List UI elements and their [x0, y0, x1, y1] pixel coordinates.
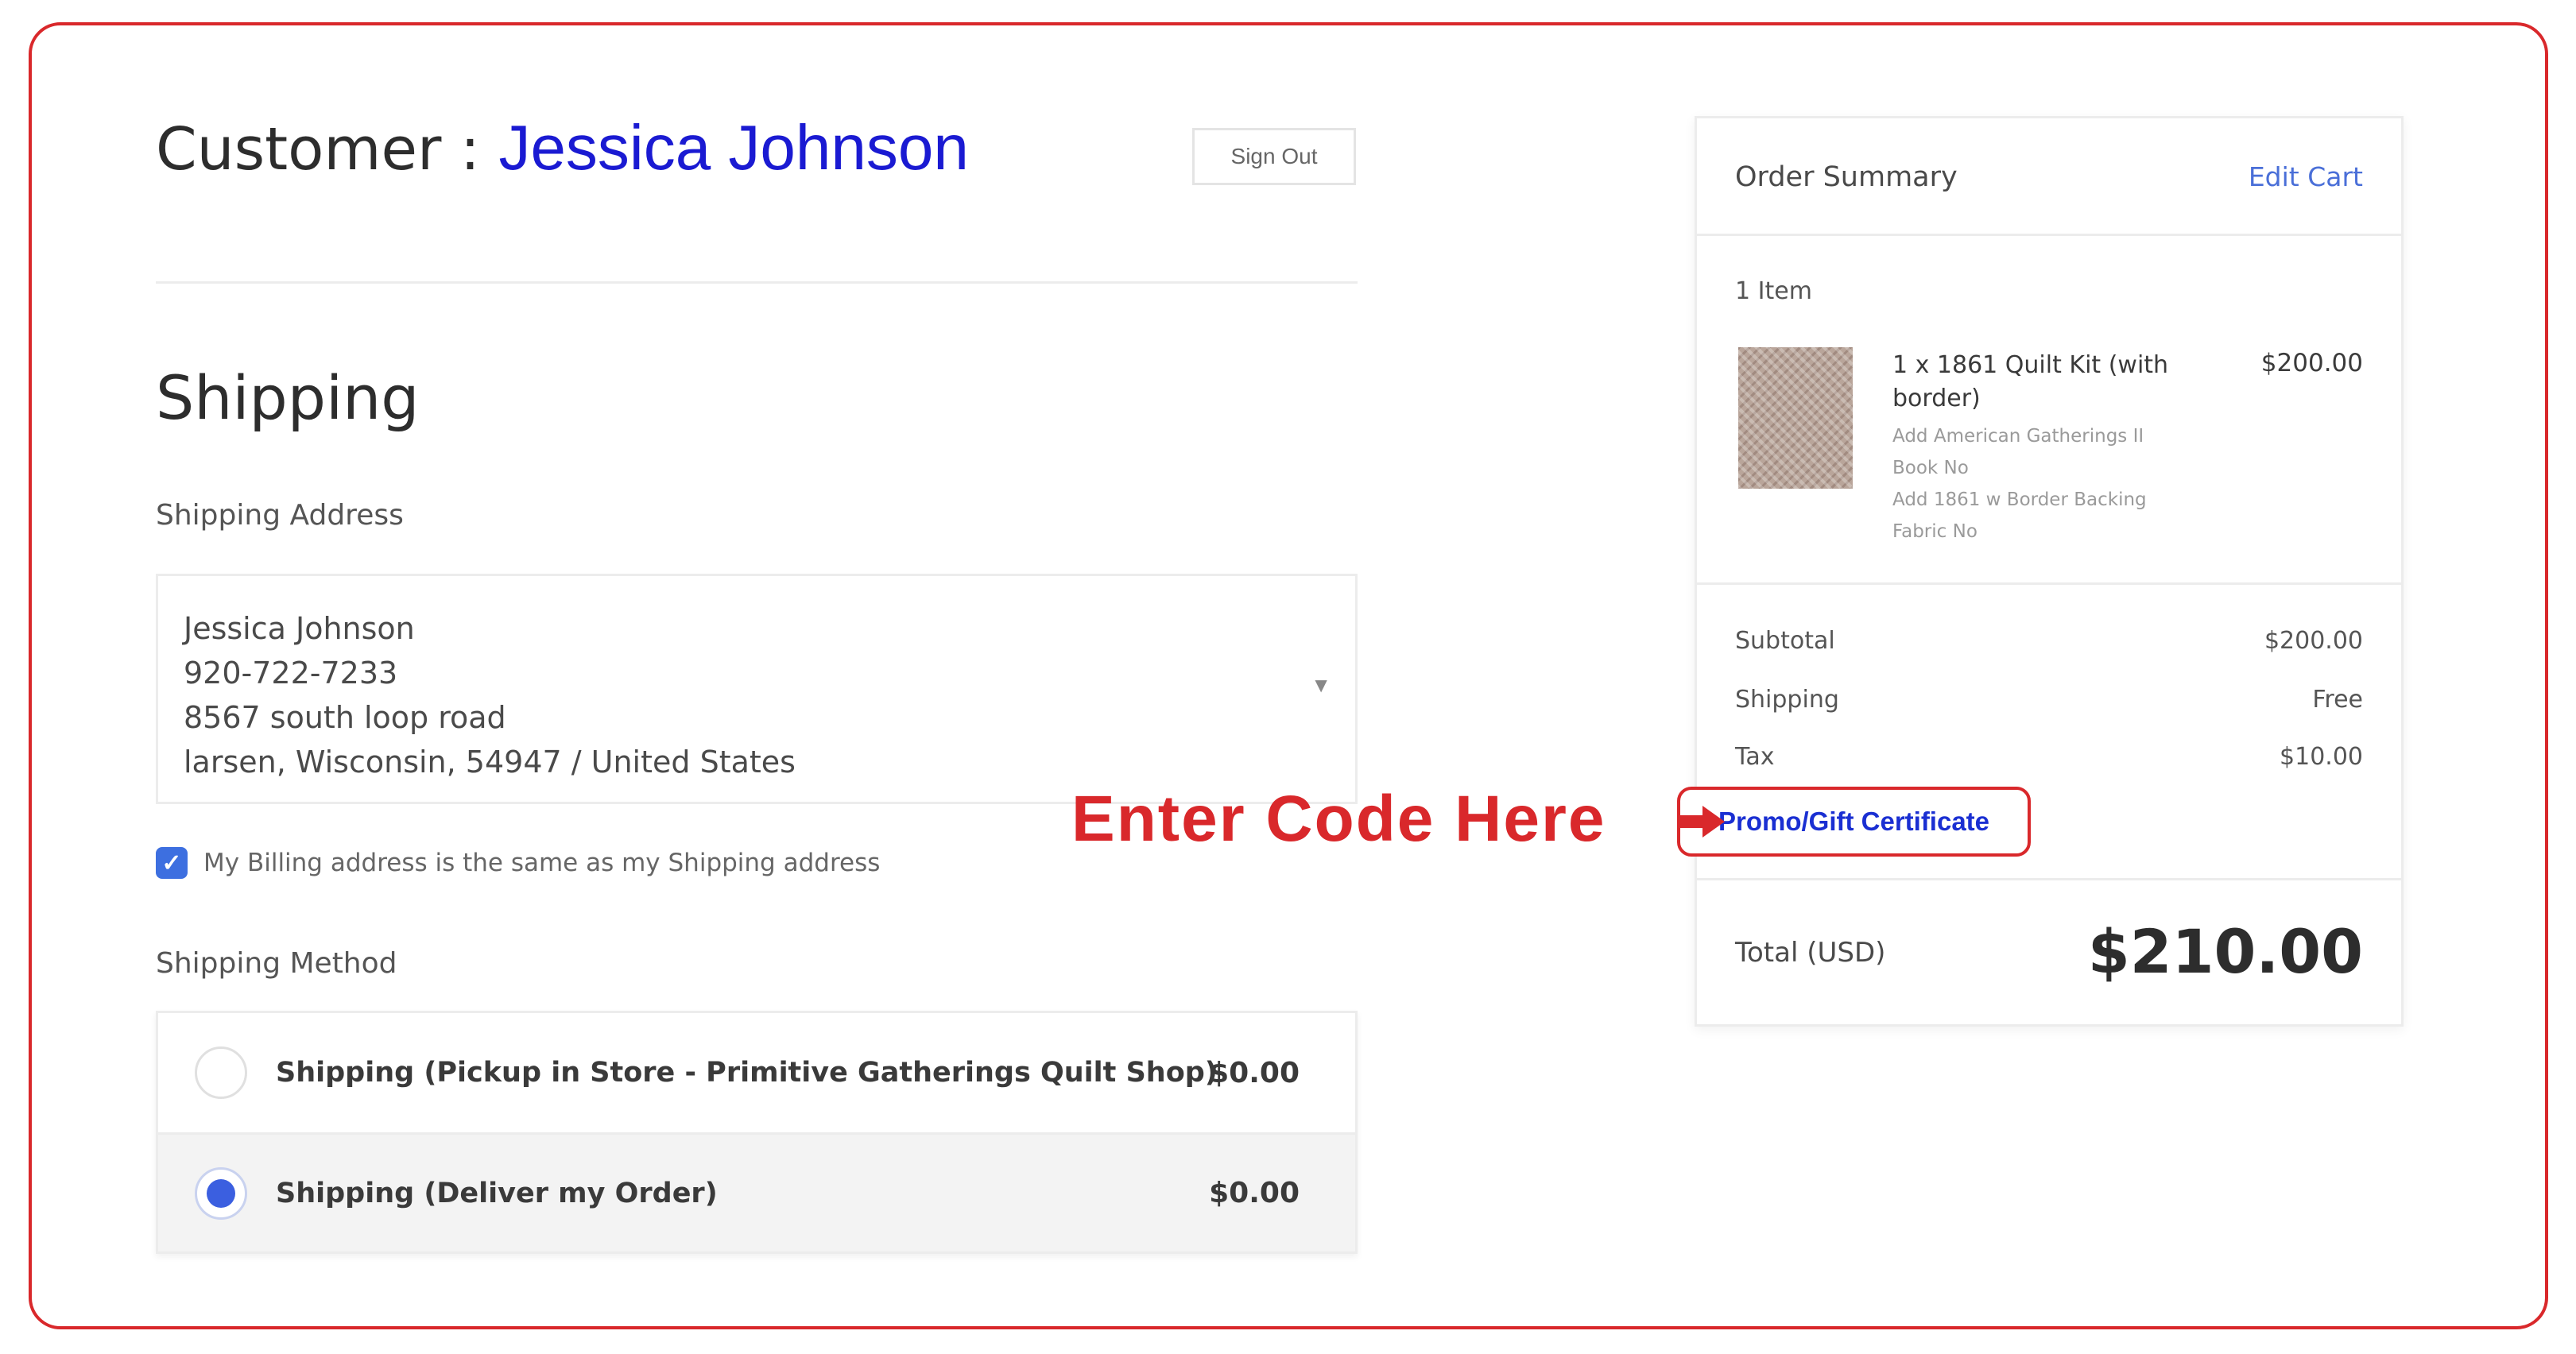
billing-same-row[interactable]: ✓ My Billing address is the same as my S…: [156, 847, 880, 879]
shipping-method-option-label: Shipping (Deliver my Order): [276, 1177, 718, 1209]
shipping-method-option-price: $0.00: [1209, 1177, 1300, 1209]
items-count: 1 Item: [1735, 277, 1812, 305]
divider: [1697, 582, 2401, 585]
tax-value: $10.00: [2280, 743, 2363, 771]
subtotal-value: $200.00: [2264, 627, 2363, 655]
edit-cart-link[interactable]: Edit Cart: [2249, 161, 2363, 192]
address-city: larsen, Wisconsin, 54947 / United States: [184, 745, 796, 780]
shipping-method-list: Shipping (Pickup in Store - Primitive Ga…: [156, 1011, 1358, 1254]
divider: [156, 281, 1358, 284]
product-price: $200.00: [2260, 349, 2363, 377]
enter-code-annotation: Enter Code Here: [1071, 783, 1606, 855]
shipping-method-label: Shipping Method: [156, 947, 397, 980]
total-value: $210.00: [2087, 916, 2363, 987]
shipping-method-option-deliver[interactable]: Shipping (Deliver my Order) $0.00: [158, 1132, 1355, 1251]
subtotal-row: Subtotal $200.00: [1735, 627, 2363, 655]
address-name: Jessica Johnson: [184, 611, 415, 646]
shipping-heading: Shipping: [156, 362, 420, 433]
shipping-address-label: Shipping Address: [156, 499, 404, 532]
product-option: Add 1861 w Border Backing: [1892, 489, 2147, 510]
sign-out-button[interactable]: Sign Out: [1192, 128, 1356, 185]
order-summary-card: Order Summary Edit Cart 1 Item 1 x 1861 …: [1695, 116, 2404, 1027]
shipping-cost-value: Free: [2312, 686, 2363, 714]
shipping-row: Shipping Free: [1735, 686, 2363, 714]
customer-label: Customer :: [156, 115, 499, 184]
address-phone: 920-722-7233: [184, 656, 398, 691]
promo-gift-certificate-link[interactable]: Promo/Gift Certificate: [1677, 787, 2031, 857]
product-thumbnail: [1738, 347, 1853, 489]
tax-label: Tax: [1735, 743, 1775, 771]
billing-same-label: My Billing address is the same as my Shi…: [203, 849, 881, 877]
divider: [1697, 878, 2401, 880]
product-option: Fabric No: [1892, 521, 1978, 542]
shipping-method-option-price: $0.00: [1209, 1056, 1300, 1089]
shipping-method-option-label: Shipping (Pickup in Store - Primitive Ga…: [276, 1057, 1218, 1089]
billing-same-checkbox[interactable]: ✓: [156, 847, 188, 879]
product-option: Book No: [1892, 458, 1969, 478]
customer-heading: Customer : Jessica Johnson: [156, 111, 969, 184]
order-summary-title: Order Summary: [1735, 161, 1958, 193]
address-lines: Jessica Johnson 920-722-7233 8567 south …: [184, 606, 796, 784]
order-summary-header: Order Summary Edit Cart: [1697, 118, 2401, 236]
subtotal-label: Subtotal: [1735, 627, 1835, 655]
shipping-address-select[interactable]: Jessica Johnson 920-722-7233 8567 south …: [156, 574, 1358, 804]
shipping-method-radio[interactable]: [195, 1166, 247, 1220]
total-label: Total (USD): [1735, 937, 1886, 969]
shipping-method-option-pickup[interactable]: Shipping (Pickup in Store - Primitive Ga…: [158, 1013, 1355, 1132]
shipping-cost-label: Shipping: [1735, 686, 1839, 714]
chevron-down-icon: ▼: [1311, 673, 1331, 697]
product-name: 1 x 1861 Quilt Kit (with border): [1892, 351, 2169, 412]
product-option: Add American Gatherings II: [1892, 426, 2144, 447]
tax-row: Tax $10.00: [1735, 743, 2363, 771]
shipping-method-radio[interactable]: [195, 1046, 247, 1099]
promo-gift-certificate-label: Promo/Gift Certificate: [1718, 807, 1990, 836]
address-street: 8567 south loop road: [184, 700, 506, 735]
customer-name: Jessica Johnson: [498, 112, 969, 183]
arrow-right-icon: [1677, 806, 1725, 838]
